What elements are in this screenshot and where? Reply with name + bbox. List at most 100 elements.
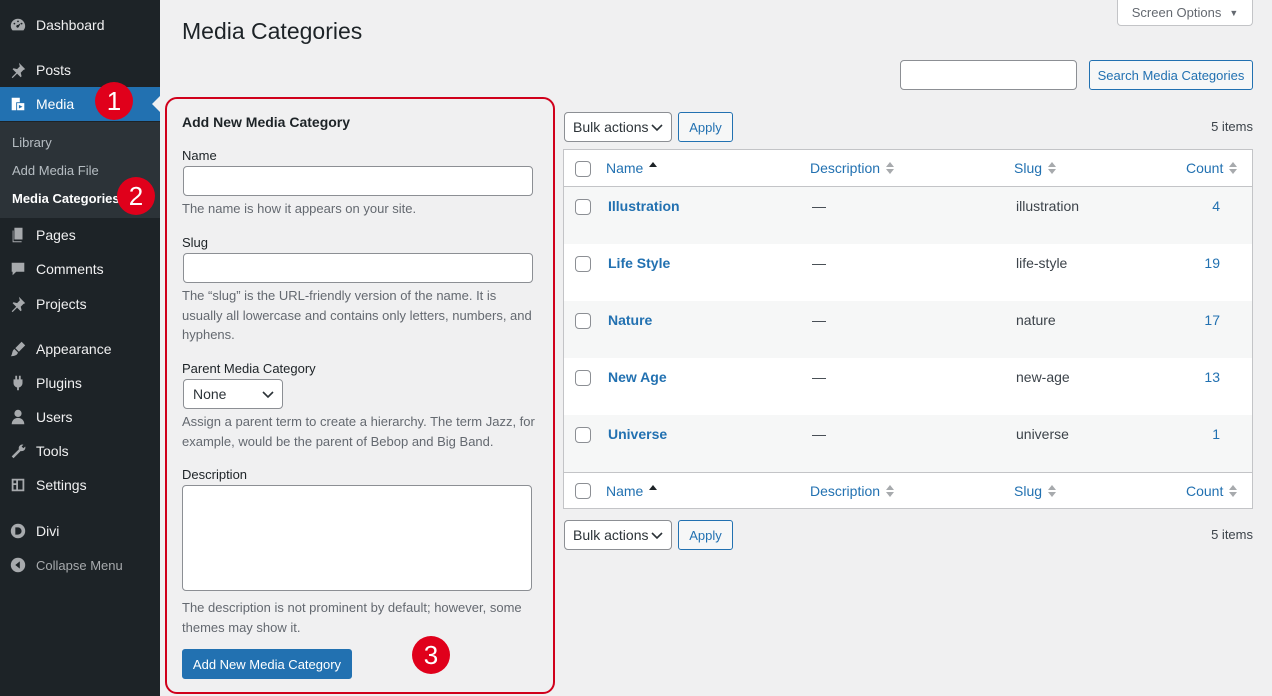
- sidebar-item-tools[interactable]: Tools: [0, 434, 160, 468]
- row-checkbox[interactable]: [575, 313, 591, 329]
- collapse-menu-button[interactable]: Collapse Menu: [0, 548, 160, 582]
- category-description: —: [812, 426, 826, 442]
- dashboard-icon: [0, 16, 36, 34]
- plugin-icon: [0, 374, 36, 392]
- row-checkbox[interactable]: [575, 256, 591, 272]
- category-description: —: [812, 312, 826, 328]
- sort-arrows-icon: [1048, 484, 1057, 498]
- column-label: Description: [810, 483, 881, 499]
- sidebar-item-plugins[interactable]: Plugins: [0, 366, 160, 400]
- parent-category-select[interactable]: None: [183, 379, 283, 409]
- sidebar-item-label: Plugins: [36, 375, 82, 391]
- description-help: The description is not prominent by defa…: [182, 600, 522, 635]
- sort-arrows-icon: [1229, 484, 1238, 498]
- category-slug: universe: [1016, 426, 1069, 442]
- category-name-link[interactable]: Illustration: [608, 198, 680, 214]
- name-label: Name: [182, 148, 217, 163]
- category-count-link[interactable]: 1: [1190, 426, 1220, 442]
- category-description: —: [812, 369, 826, 385]
- collapse-icon: [0, 556, 36, 574]
- screen-options-button[interactable]: Screen Options ▼: [1117, 0, 1253, 26]
- sidebar-item-label: Appearance: [36, 341, 112, 357]
- category-count-link[interactable]: 13: [1190, 369, 1220, 385]
- bulk-actions-select-top[interactable]: Bulk actions: [564, 112, 672, 142]
- brush-icon: [0, 340, 36, 358]
- column-header-description[interactable]: Description: [810, 160, 895, 176]
- column-label: Description: [810, 160, 881, 176]
- sidebar-item-label: Projects: [36, 296, 87, 312]
- column-footer-slug[interactable]: Slug: [1014, 483, 1057, 499]
- row-checkbox[interactable]: [575, 199, 591, 215]
- column-label: Slug: [1014, 160, 1043, 176]
- sidebar-item-comments[interactable]: Comments: [0, 252, 160, 286]
- sidebar-item-label: Posts: [36, 62, 72, 78]
- name-help: The name is how it appears on your site.: [182, 201, 417, 216]
- row-checkbox[interactable]: [575, 427, 591, 443]
- column-label: Count: [1186, 483, 1224, 499]
- submenu-item-add-media-file[interactable]: Add Media File: [12, 163, 99, 178]
- items-count-bottom: 5 items: [1211, 527, 1253, 542]
- table-row: Universe — universe 1: [564, 415, 1252, 472]
- category-slug: illustration: [1016, 198, 1080, 214]
- table-row: Nature — nature 17: [564, 301, 1252, 358]
- annotation-badge-2: 2: [117, 177, 155, 215]
- apply-button-bottom[interactable]: Apply: [678, 520, 733, 550]
- sidebar-item-pages[interactable]: Pages: [0, 218, 160, 252]
- column-header-count[interactable]: Count: [1186, 160, 1238, 176]
- sidebar-item-posts[interactable]: Posts: [0, 53, 160, 87]
- search-input[interactable]: [900, 60, 1077, 90]
- sidebar-item-settings[interactable]: Settings: [0, 468, 160, 502]
- description-label: Description: [182, 467, 248, 482]
- wrench-icon: [0, 442, 36, 460]
- category-count-link[interactable]: 19: [1190, 255, 1220, 271]
- column-footer-description[interactable]: Description: [810, 483, 895, 499]
- add-new-media-category-button[interactable]: Add New Media Category: [182, 649, 352, 679]
- submenu-item-library[interactable]: Library: [12, 135, 52, 150]
- sidebar-item-appearance[interactable]: Appearance: [0, 332, 160, 366]
- sidebar-item-users[interactable]: Users: [0, 400, 160, 434]
- name-field[interactable]: [183, 166, 533, 196]
- sidebar-item-media[interactable]: Media: [0, 87, 160, 121]
- screen-options-label: Screen Options: [1131, 5, 1222, 20]
- column-header-slug[interactable]: Slug: [1014, 160, 1057, 176]
- sort-arrows-icon: [886, 484, 895, 498]
- column-footer-name[interactable]: Name: [606, 483, 658, 499]
- sidebar-item-dashboard[interactable]: Dashboard: [0, 8, 160, 42]
- category-name-link[interactable]: Life Style: [608, 255, 670, 271]
- slug-label: Slug: [182, 235, 209, 250]
- category-description: —: [812, 255, 826, 271]
- select-all-checkbox[interactable]: [575, 161, 591, 177]
- row-checkbox[interactable]: [575, 370, 591, 386]
- description-textarea[interactable]: [182, 485, 532, 591]
- table-footer: Name Description Slug Count: [564, 472, 1252, 509]
- bulk-actions-select-bottom[interactable]: Bulk actions: [564, 520, 672, 550]
- bulk-actions-value: Bulk actions: [573, 527, 649, 543]
- column-label: Name: [606, 160, 644, 176]
- categories-table: Name Description Slug Count Illustration…: [563, 149, 1253, 509]
- page-title: Media Categories: [182, 18, 363, 44]
- divi-icon: [0, 522, 36, 540]
- column-footer-count[interactable]: Count: [1186, 483, 1238, 499]
- category-description: —: [812, 198, 826, 214]
- category-slug: new-age: [1016, 369, 1070, 385]
- sidebar-item-label: Tools: [36, 443, 69, 459]
- apply-button-top[interactable]: Apply: [678, 112, 733, 142]
- category-count-link[interactable]: 4: [1190, 198, 1220, 214]
- category-name-link[interactable]: Universe: [608, 426, 667, 442]
- column-header-name[interactable]: Name: [606, 160, 658, 176]
- sidebar-item-divi[interactable]: Divi: [0, 514, 160, 548]
- table-header: Name Description Slug Count: [564, 150, 1252, 187]
- parent-help: Assign a parent term to create a hierarc…: [182, 414, 535, 449]
- submenu-item-media-categories[interactable]: Media Categories: [12, 191, 120, 206]
- select-all-checkbox-footer[interactable]: [575, 483, 591, 499]
- admin-sidebar: Dashboard Posts Media Library Add Media …: [0, 0, 160, 696]
- slug-field[interactable]: [183, 253, 533, 283]
- category-slug: nature: [1016, 312, 1056, 328]
- category-name-link[interactable]: New Age: [608, 369, 667, 385]
- category-name-link[interactable]: Nature: [608, 312, 652, 328]
- search-media-categories-button[interactable]: Search Media Categories: [1089, 60, 1253, 90]
- sidebar-item-projects[interactable]: Projects: [0, 287, 160, 321]
- users-icon: [0, 408, 36, 426]
- category-slug: life-style: [1016, 255, 1068, 271]
- category-count-link[interactable]: 17: [1190, 312, 1220, 328]
